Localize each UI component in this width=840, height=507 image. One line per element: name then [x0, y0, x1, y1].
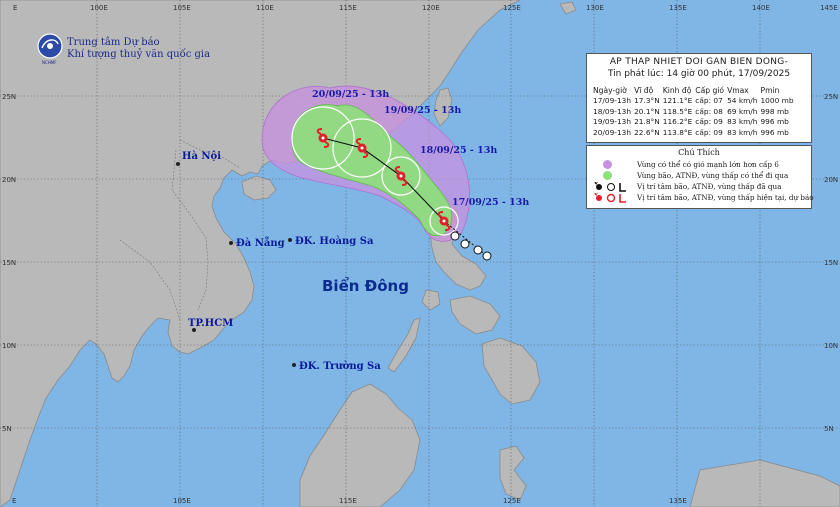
lon-tick: 115E — [339, 4, 357, 12]
cell: cấp: 08 — [695, 106, 723, 116]
past-position-marker — [482, 251, 492, 261]
cell: 998 mb — [760, 106, 789, 116]
lon-tick: 120E — [422, 4, 440, 12]
lon-tick: 135E — [669, 4, 687, 12]
lon-tick: 145E — [820, 4, 838, 12]
legend-box: Chú Thích Vùng có thể có gió mạnh lớn hơ… — [586, 145, 814, 209]
org-line-1: Trung tâm Dự báo — [67, 37, 160, 48]
corner-label: E — [13, 4, 17, 12]
cell: 69 km/h — [727, 106, 758, 116]
table-row: 17/09-13h 17.3°N 121.1°E cấp: 07 54 km/h… — [593, 96, 797, 107]
track-label-19: 19/09/25 - 13h — [384, 105, 461, 116]
lat-tick: 20N — [824, 176, 838, 184]
table-header-row: Ngày-giờ Vĩ độ Kinh độ Cấp gió Vmax Pmin — [593, 86, 797, 96]
lon-tick: 115E — [339, 497, 357, 505]
marker-danang — [229, 241, 233, 245]
lon-tick: 125E — [503, 4, 521, 12]
legend-text: Vùng có thể có gió mạnh lớn hơn cấp 6 — [637, 160, 779, 169]
cell: 113.8°E — [662, 127, 693, 137]
label-hcm: TP.HCM — [188, 318, 233, 329]
lon-tick: 110E — [256, 4, 274, 12]
past-position-marker — [473, 245, 483, 255]
lon-tick: 140E — [752, 4, 770, 12]
green-zone-swatch-icon — [603, 171, 612, 180]
lon-tick: 100E — [90, 4, 108, 12]
cell: cấp: 09 — [695, 117, 723, 126]
cell: 118.5°E — [662, 106, 693, 116]
col-header: Kinh độ — [662, 86, 692, 95]
track-label-17: 17/09/25 - 13h — [452, 197, 529, 208]
marker-hanoi — [176, 162, 180, 166]
lat-tick: 25N — [2, 93, 16, 101]
track-label-18: 18/09/25 - 13h — [420, 145, 497, 156]
cell: 83 km/h — [727, 127, 758, 137]
track-label-20: 20/09/25 - 13h — [312, 89, 389, 100]
bulletin-issued: Tin phát lúc: 14 giờ 00 phút, 17/09/2025 — [607, 69, 791, 79]
forecast-table: Ngày-giờ Vĩ độ Kinh độ Cấp gió Vmax Pmin… — [593, 86, 797, 138]
cell: 83 km/h — [727, 117, 758, 126]
cell: 121.1°E — [662, 96, 693, 105]
bulletin-title: AP THAP NHIET DOI GAN BIEN DONG- — [609, 57, 789, 67]
lat-tick: 5N — [824, 425, 834, 433]
cell: 996 mb — [760, 117, 789, 126]
lon-tick: 135E — [669, 497, 687, 505]
table-row: 20/09-13h 22.6°N 113.8°E cấp: 09 83 km/h… — [593, 128, 797, 139]
legend-text: Vị trí tâm bão, ATNĐ, vùng thấp đã qua — [637, 182, 782, 191]
cell: 18/09-13h — [593, 106, 632, 116]
past-position-marker — [460, 239, 470, 249]
label-danang: Đà Nẵng — [236, 237, 285, 249]
org-line-2: Khí tượng thuỷ văn quốc gia — [67, 49, 210, 60]
marker-truongsa — [292, 363, 296, 367]
past-position-marker — [450, 231, 460, 241]
lon-tick: 105E — [173, 497, 191, 505]
lat-tick: 15N — [2, 259, 16, 267]
col-header: Vmax — [727, 86, 749, 95]
lat-tick: 15N — [824, 259, 838, 267]
cell: 19/09-13h — [593, 117, 632, 126]
legend-title: Chú Thích — [678, 148, 720, 157]
lat-tick: 10N — [2, 342, 16, 350]
lat-tick: 5N — [2, 425, 12, 433]
lat-tick: 25N — [824, 93, 838, 101]
cell: cấp: 09 — [695, 127, 723, 137]
table-row: 18/09-13h 20.1°N 118.5°E cấp: 08 69 km/h… — [593, 107, 797, 118]
cell: 996 mb — [760, 127, 789, 137]
cell: cấp: 07 — [695, 96, 723, 105]
label-truongsa: ĐK. Trường Sa — [299, 361, 381, 372]
lon-tick: 125E — [503, 497, 521, 505]
lon-tick: 105E — [173, 4, 191, 12]
cell: 22.6°N — [634, 127, 660, 137]
cell: 116.2°E — [662, 117, 693, 126]
cell: 17/09-13h — [593, 96, 632, 105]
marker-hoangsa — [288, 238, 292, 242]
cell: 20.1°N — [634, 106, 660, 116]
purple-zone-swatch-icon — [603, 160, 612, 169]
label-hoangsa: ĐK. Hoàng Sa — [295, 236, 374, 247]
table-row: 19/09-13h 21.8°N 116.2°E cấp: 09 83 km/h… — [593, 117, 797, 128]
col-header: Vĩ độ — [634, 86, 654, 95]
forecast-map: E 100E 105E 110E 115E 120E 125E 130E 135… — [0, 0, 840, 507]
sea-label: Biển Đông — [322, 276, 409, 295]
logo-caption: NCHMF — [42, 60, 57, 65]
cell: 20/09-13h — [593, 127, 632, 137]
col-header: Pmin — [760, 86, 780, 95]
past-position-symbols-icon — [594, 182, 626, 192]
lon-tick: 130E — [586, 4, 604, 12]
cell: 54 km/h — [727, 96, 758, 105]
lat-tick: 20N — [2, 176, 16, 184]
cell: 17.3°N — [634, 96, 660, 105]
lat-tick: 10N — [824, 342, 838, 350]
legend-text: Vùng bão, ATNĐ, vùng thấp có thể đi qua — [637, 171, 789, 180]
logo-core — [47, 43, 53, 49]
label-hanoi: Hà Nội — [182, 151, 221, 162]
corner-label: E — [12, 497, 16, 505]
current-position-symbols-icon — [594, 193, 626, 203]
cell: 21.8°N — [634, 117, 660, 126]
col-header: Cấp gió — [695, 86, 725, 95]
cell: 1000 mb — [760, 96, 794, 105]
bulletin-box: AP THAP NHIET DOI GAN BIEN DONG- Tin phá… — [586, 53, 812, 143]
col-header: Ngày-giờ — [593, 86, 627, 95]
legend-text: Vị trí tâm bão, ATNĐ, vùng thấp hiện tại… — [637, 193, 814, 202]
